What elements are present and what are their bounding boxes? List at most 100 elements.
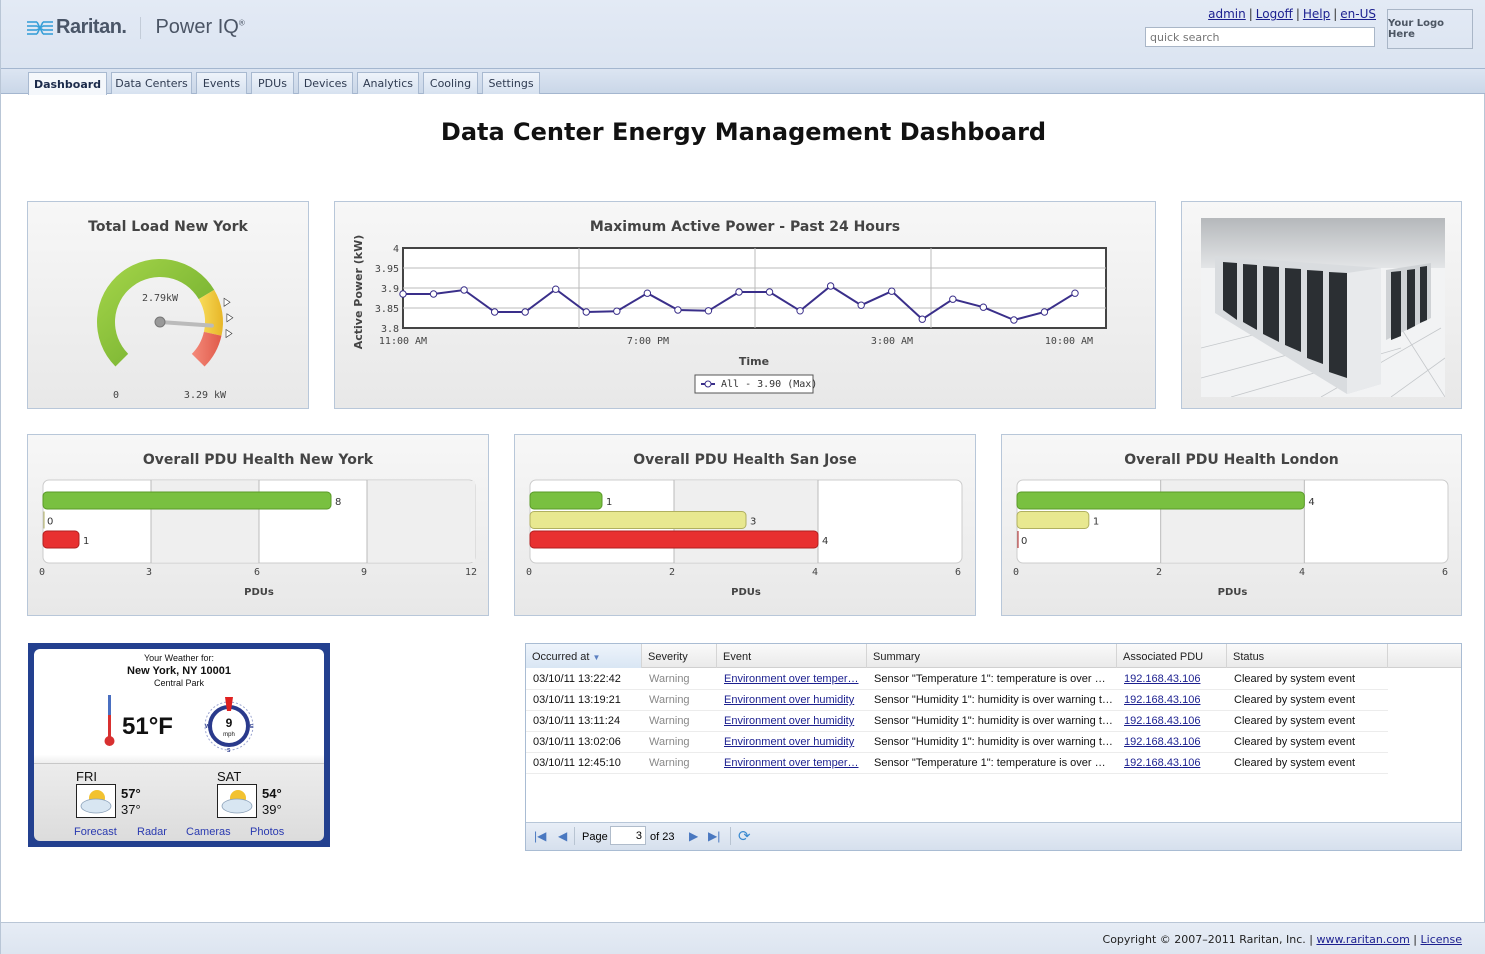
severity-cell: Warning — [649, 673, 690, 685]
bar-normal — [1016, 491, 1305, 510]
data-point — [643, 289, 652, 297]
forecast-link[interactable]: Forecast — [74, 826, 117, 838]
column-header-status[interactable]: Status — [1227, 644, 1388, 668]
svg-text:W: W — [205, 724, 210, 730]
pdu-link[interactable]: 192.168.43.106 — [1117, 753, 1227, 774]
tab-dashboard[interactable]: Dashboard — [28, 72, 107, 95]
tab-pdus[interactable]: PDUs — [251, 72, 294, 94]
x-tick-label: 4 — [812, 567, 819, 578]
data-point — [857, 301, 865, 309]
gauge-needle-bar — [158, 320, 214, 328]
bar-value-label: 0 — [1021, 536, 1027, 547]
data-point — [429, 290, 438, 298]
data-point — [674, 306, 682, 314]
page-label: Page — [582, 831, 608, 843]
current-temperature: 51°F — [122, 713, 173, 740]
table-row[interactable]: 03/10/11 13:02:06 Warning Environment over… — [526, 732, 1388, 753]
quick-search-input[interactable] — [1145, 27, 1375, 47]
raritan-website-link[interactable]: www.raritan.com — [1316, 933, 1409, 946]
event-link[interactable]: Environment over humidity — [717, 690, 867, 711]
tab-data-centers[interactable]: Data Centers — [111, 72, 192, 94]
status-cell: Cleared by system event — [1234, 757, 1356, 769]
license-link[interactable]: License — [1421, 933, 1462, 946]
status-cell: Cleared by system event — [1234, 673, 1356, 685]
data-point — [582, 308, 590, 316]
thermometer-icon — [104, 695, 115, 746]
refresh-icon[interactable]: ⟳ — [738, 827, 751, 845]
event-link[interactable]: Environment over humidity — [717, 711, 867, 732]
column-header-summary[interactable]: Summary — [867, 644, 1117, 668]
raritan-logo-icon — [27, 20, 53, 35]
bar-value-label: 0 — [47, 517, 53, 528]
table-row[interactable]: 03/10/11 12:45:10 Warning Environment over… — [526, 753, 1388, 774]
next-page-icon[interactable]: ▶ — [689, 829, 698, 843]
svg-text:S: S — [227, 748, 231, 753]
brand: Raritan. Power IQ® — [27, 16, 245, 39]
locale-link[interactable]: en-US — [1340, 7, 1376, 21]
help-link[interactable]: Help — [1303, 7, 1330, 21]
severity-cell: Warning — [649, 757, 690, 769]
first-page-icon[interactable]: |◀ — [534, 829, 546, 843]
radar-link[interactable]: Radar — [137, 826, 167, 838]
top-links: admin | Logoff | Help | en-US — [1208, 7, 1376, 21]
table-row[interactable]: 03/10/11 13:19:21 Warning Environment over… — [526, 690, 1388, 711]
page-number-input[interactable] — [610, 826, 646, 845]
cameras-link[interactable]: Cameras — [186, 826, 231, 838]
occurred-at-cell: 03/10/11 13:19:21 — [533, 694, 621, 706]
weather-widget: Your Weather for: New York, NY 10001 Cen… — [28, 643, 330, 847]
column-header-severity[interactable]: Severity — [642, 644, 717, 668]
status-cell: Cleared by system event — [1234, 694, 1356, 706]
x-tick-label: 9 — [361, 567, 368, 578]
gauge-value-label: 2.79kW — [142, 293, 179, 304]
pdu-link[interactable]: 192.168.43.106 — [1117, 711, 1227, 732]
pdu-link[interactable]: 192.168.43.106 — [1117, 690, 1227, 711]
tab-analytics[interactable]: Analytics — [357, 72, 419, 94]
summary-cell: Sensor "Temperature 1": temperature is o… — [874, 757, 1106, 769]
total-load-panel: Total Load New York 2.79kW 0 3.29 kW — [27, 201, 309, 409]
tab-settings[interactable]: Settings — [482, 72, 540, 94]
y-tick-label: 3.8 — [381, 324, 399, 335]
tab-devices[interactable]: Devices — [298, 72, 353, 94]
photos-link[interactable]: Photos — [250, 826, 284, 838]
status-cell: Cleared by system event — [1234, 736, 1356, 748]
data-point — [826, 282, 835, 290]
bar-value-label: 4 — [822, 536, 828, 547]
logoff-link[interactable]: Logoff — [1256, 7, 1293, 21]
load-gauge: 2.79kW 0 3.29 kW — [97, 259, 234, 401]
occurred-at-cell: 03/10/11 13:22:42 — [533, 673, 621, 685]
summary-cell: Sensor "Humidity 1": humidity is over wa… — [874, 694, 1113, 706]
x-tick-label: 6 — [254, 567, 261, 578]
data-center-photo — [1201, 218, 1445, 397]
data-point — [979, 303, 988, 311]
column-header-occurred-at[interactable]: Occurred at ▼ — [526, 644, 642, 668]
pdu-link[interactable]: 192.168.43.106 — [1117, 669, 1227, 690]
occurred-at-cell: 03/10/11 13:11:24 — [533, 715, 621, 727]
y-tick-label: 4 — [393, 244, 399, 255]
threshold-marker-icon — [223, 297, 231, 307]
severity-cell: Warning — [649, 736, 690, 748]
pdu-link[interactable]: 192.168.43.106 — [1117, 732, 1227, 753]
data-point — [460, 286, 468, 294]
event-link[interactable]: Environment over temper… — [717, 669, 867, 690]
user-link[interactable]: admin — [1208, 7, 1246, 21]
column-header-event[interactable]: Event — [717, 644, 867, 668]
tab-cooling[interactable]: Cooling — [423, 72, 478, 94]
column-header-associated-pdu[interactable]: Associated PDU — [1117, 644, 1227, 668]
event-link[interactable]: Environment over temper… — [717, 753, 867, 774]
last-page-icon[interactable]: ▶| — [708, 829, 720, 843]
summary-cell: Sensor "Humidity 1": humidity is over wa… — [874, 736, 1113, 748]
x-tick-label: 12 — [465, 567, 478, 578]
gauge-min-label: 0 — [113, 390, 119, 401]
table-row[interactable]: 03/10/11 13:11:24 Warning Environment over… — [526, 711, 1388, 732]
data-point — [552, 285, 560, 293]
table-row[interactable]: 03/10/11 13:22:42 Warning Environment over… — [526, 669, 1388, 690]
tab-events[interactable]: Events — [196, 72, 247, 94]
occurred-at-cell: 03/10/11 12:45:10 — [533, 757, 621, 769]
event-link[interactable]: Environment over humidity — [717, 732, 867, 753]
weather-station: Central Park — [153, 678, 205, 688]
bar-value-label: 8 — [335, 497, 341, 508]
x-tick-label: 3 — [146, 567, 153, 578]
previous-page-icon[interactable]: ◀ — [558, 829, 567, 843]
wind-compass-icon: 9 mph W E S — [204, 697, 254, 753]
bar-critical — [42, 530, 80, 549]
